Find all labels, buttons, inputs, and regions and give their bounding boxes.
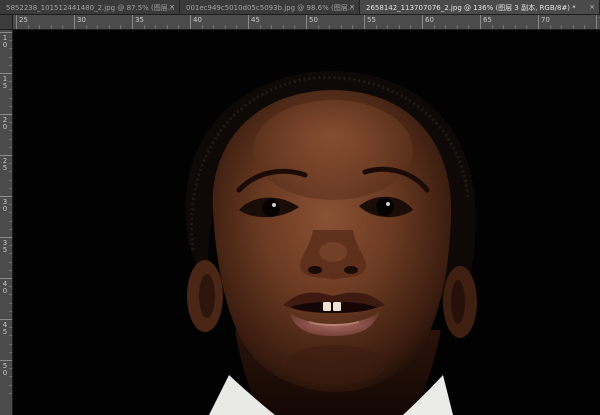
ruler-h-tick — [306, 15, 307, 29]
ruler-v-label: 35 — [2, 239, 8, 254]
ruler-v-tick — [0, 32, 12, 33]
ruler-v-label: 15 — [2, 75, 8, 90]
ruler-h-tick — [538, 15, 539, 29]
close-tab-icon[interactable]: × — [349, 3, 355, 11]
ruler-h-label: 55 — [367, 16, 376, 24]
ruler-h-tick — [480, 15, 481, 29]
ruler-h-label: 25 — [19, 16, 28, 24]
ruler-h-tick — [16, 15, 17, 29]
ruler-h-tick — [190, 15, 191, 29]
ruler-h-label: 70 — [541, 16, 550, 24]
ruler-v-label: 40 — [2, 280, 8, 295]
portrait-photo — [185, 71, 477, 415]
ruler-h-label: 30 — [77, 16, 86, 24]
ruler-v-tick — [0, 278, 12, 279]
photoshop-window: 5852238_101512441480_2.jpg @ 87.5% (图层..… — [0, 0, 600, 415]
ruler-origin-corner[interactable] — [0, 15, 13, 30]
document-tab-bar: 5852238_101512441480_2.jpg @ 87.5% (图层..… — [0, 0, 600, 15]
ruler-v-tick — [0, 360, 12, 361]
ruler-v-label: 50 — [2, 362, 8, 377]
ruler-h-label: 65 — [483, 16, 492, 24]
ruler-v-tick — [0, 237, 12, 238]
ruler-h-label: 60 — [425, 16, 434, 24]
document-tab-label: 001ec949c5010d05c5093b.jpg @ 98.6% (图层..… — [186, 3, 355, 12]
ruler-h-tick — [248, 15, 249, 29]
document-tab-3-active[interactable]: 2658142_113707076_2.jpg @ 136% (图层 3 副本,… — [360, 0, 600, 14]
horizontal-ruler[interactable]: 2530354045505560657075 — [13, 15, 600, 30]
document-canvas[interactable] — [13, 30, 600, 415]
ruler-v-tick — [0, 155, 12, 156]
ruler-v-tick — [0, 73, 12, 74]
front-teeth — [323, 302, 331, 311]
ruler-h-tick — [422, 15, 423, 29]
ruler-v-tick — [0, 196, 12, 197]
document-tab-label: 2658142_113707076_2.jpg @ 136% (图层 3 副本,… — [366, 3, 576, 12]
document-tab-1[interactable]: 5852238_101512441480_2.jpg @ 87.5% (图层..… — [0, 0, 180, 14]
document-tab-2[interactable]: 001ec949c5010d05c5093b.jpg @ 98.6% (图层..… — [180, 0, 360, 14]
ruler-v-label: 45 — [2, 321, 8, 336]
ruler-h-tick — [74, 15, 75, 29]
ruler-h-label: 45 — [251, 16, 260, 24]
vertical-ruler[interactable]: 10 15 20 25 30 35 40 45 50 — [0, 30, 13, 415]
ruler-v-label: 20 — [2, 116, 8, 131]
ruler-h-tick — [132, 15, 133, 29]
ruler-h-tick — [596, 15, 597, 29]
ruler-h-label: 35 — [135, 16, 144, 24]
ruler-v-label: 25 — [2, 157, 8, 172]
ruler-v-tick — [0, 114, 12, 115]
ruler-h-tick — [364, 15, 365, 29]
ruler-v-tick — [0, 319, 12, 320]
ruler-h-label: 40 — [193, 16, 202, 24]
close-tab-icon[interactable]: × — [169, 3, 175, 11]
ruler-v-label: 10 — [2, 34, 8, 49]
close-tab-icon[interactable]: × — [589, 3, 595, 11]
ruler-v-label: 30 — [2, 198, 8, 213]
document-tab-label: 5852238_101512441480_2.jpg @ 87.5% (图层..… — [6, 3, 175, 12]
ruler-h-label: 50 — [309, 16, 318, 24]
